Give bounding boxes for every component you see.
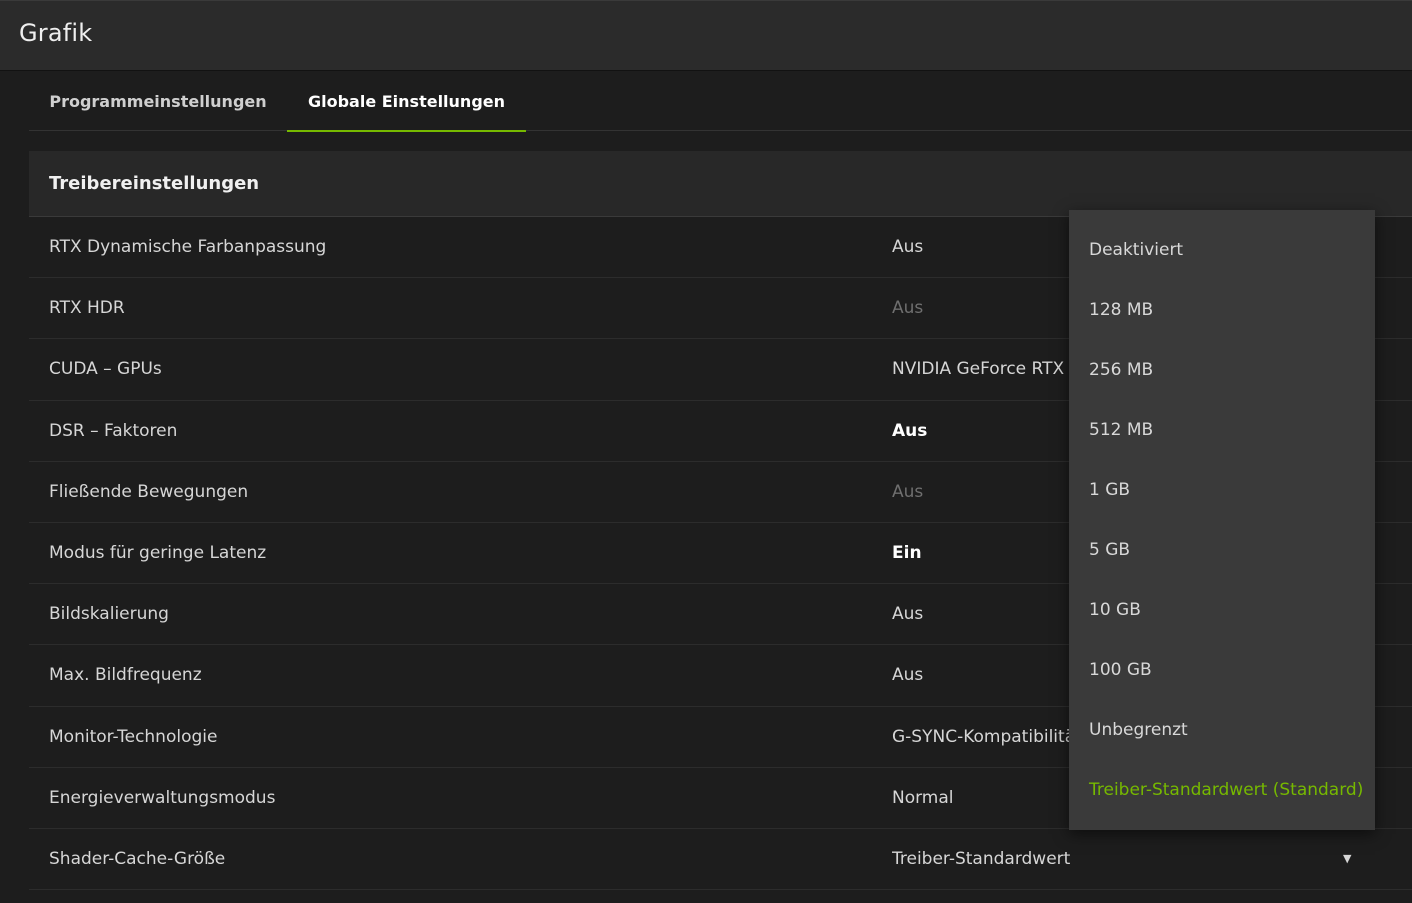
dropdown-option[interactable]: Unbegrenzt: [1069, 700, 1375, 760]
window-title: Grafik: [19, 19, 93, 47]
dropdown-option[interactable]: 128 MB: [1069, 280, 1375, 340]
setting-label: RTX Dynamische Farbanpassung: [49, 237, 327, 258]
title-bar: Grafik: [0, 0, 1412, 71]
setting-label: RTX HDR: [49, 298, 125, 319]
dropdown-option[interactable]: 512 MB: [1069, 400, 1375, 460]
shader-cache-size-dropdown: Deaktiviert 128 MB 256 MB 512 MB 1 GB 5 …: [1069, 210, 1375, 830]
dropdown-option[interactable]: 256 MB: [1069, 340, 1375, 400]
tab-bar: Programmeinstellungen Globale Einstellun…: [29, 71, 1412, 132]
dropdown-option[interactable]: 1 GB: [1069, 460, 1375, 520]
dropdown-option[interactable]: 5 GB: [1069, 520, 1375, 580]
dropdown-option[interactable]: Deaktiviert: [1069, 220, 1375, 280]
setting-label: Monitor-Technologie: [49, 726, 218, 747]
tab-globale-einstellungen[interactable]: Globale Einstellungen: [287, 71, 526, 132]
dropdown-option[interactable]: 10 GB: [1069, 580, 1375, 640]
tab-programmeinstellungen[interactable]: Programmeinstellungen: [29, 71, 287, 131]
chevron-down-icon[interactable]: ▼: [1343, 829, 1351, 889]
dropdown-option[interactable]: 100 GB: [1069, 640, 1375, 700]
setting-label: Modus für geringe Latenz: [49, 543, 267, 564]
section-title: Treibereinstellungen: [29, 151, 1412, 217]
dropdown-option-selected[interactable]: Treiber-Standardwert (Standard): [1069, 760, 1375, 820]
setting-label: DSR – Faktoren: [49, 420, 178, 441]
setting-label: Bildskalierung: [49, 604, 169, 625]
setting-label: CUDA – GPUs: [49, 359, 162, 380]
setting-value: Treiber-Standardwert: [892, 848, 1071, 869]
setting-label: Max. Bildfrequenz: [49, 665, 202, 686]
setting-label: Energieverwaltungsmodus: [49, 787, 276, 808]
setting-row-shader-cache-groesse[interactable]: Shader-Cache-Größe Treiber-Standardwert …: [29, 829, 1412, 891]
setting-label: Shader-Cache-Größe: [49, 848, 226, 869]
setting-label: Fließende Bewegungen: [49, 481, 249, 502]
